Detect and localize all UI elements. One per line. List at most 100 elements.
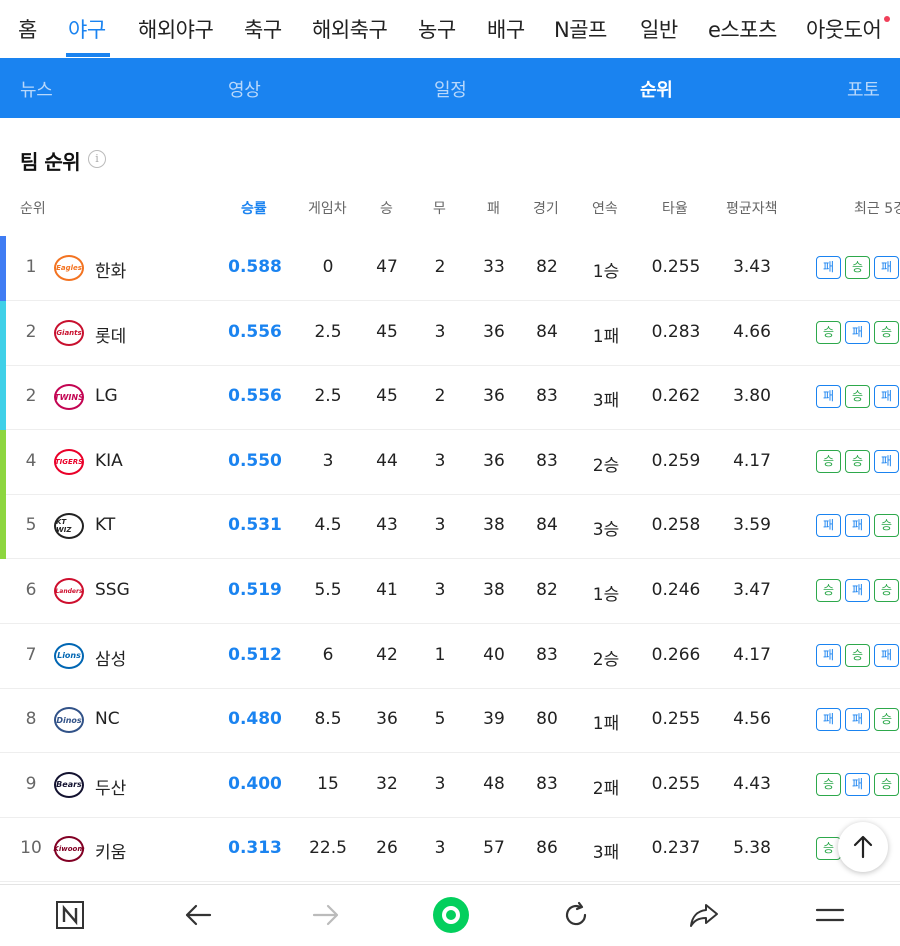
col-win-pct[interactable]: 승률 bbox=[241, 198, 267, 218]
batting-avg-cell: 0.283 bbox=[651, 321, 701, 342]
games-cell: 80 bbox=[536, 709, 558, 730]
nav-item-golf[interactable]: N골프 bbox=[554, 14, 607, 44]
games-behind-cell: 4.5 bbox=[314, 515, 342, 536]
menu-button[interactable] bbox=[814, 899, 846, 931]
draws-cell: 1 bbox=[434, 644, 446, 665]
naver-home-button[interactable] bbox=[54, 899, 86, 931]
table-row[interactable]: 8 Dinos NC 0.480 8.5 36 5 39 80 1패 0.255 4.56 패 패 승 bbox=[0, 688, 900, 754]
era-cell: 3.59 bbox=[733, 515, 771, 536]
nav-item-volleyball[interactable]: 배구 bbox=[487, 14, 525, 44]
streak-cell: 3패 bbox=[592, 391, 620, 412]
recent-result-badge: 패 bbox=[816, 643, 841, 667]
team-logo: TIGERS bbox=[54, 448, 84, 475]
green-dot-icon bbox=[433, 897, 469, 933]
games-behind-cell: 22.5 bbox=[309, 838, 347, 859]
losses-cell: 48 bbox=[483, 773, 505, 794]
col-losses[interactable]: 패 bbox=[487, 198, 500, 218]
team-name[interactable]: LG bbox=[95, 386, 118, 406]
table-row[interactable]: 2 Giants 롯데 0.556 2.5 45 3 36 84 1패 0.283 4.66 승 패 승 bbox=[0, 300, 900, 366]
streak-cell: 1패 bbox=[592, 326, 620, 347]
info-icon[interactable]: i bbox=[88, 150, 106, 168]
team-logo: Bears bbox=[54, 771, 84, 798]
batting-avg-cell: 0.262 bbox=[651, 386, 701, 407]
team-name[interactable]: SSG bbox=[95, 580, 130, 600]
table-row[interactable]: 10Kiwoom키움0.31322.526357863패0.2375.38승패 bbox=[0, 817, 900, 883]
games-cell: 86 bbox=[536, 838, 558, 859]
table-row[interactable]: 6 Landers SSG 0.519 5.5 41 3 38 82 1승 0.246 3.47 승 패 승 bbox=[0, 559, 900, 624]
scroll-top-button[interactable] bbox=[838, 822, 888, 872]
draws-cell: 2 bbox=[434, 257, 446, 277]
subnav-video[interactable]: 영상 bbox=[228, 76, 261, 102]
table-row[interactable]: 5 KT WIZ KT 0.531 4.5 43 3 38 84 3승 0.258 3.59 패 패 승 bbox=[0, 494, 900, 560]
games-cell: 82 bbox=[536, 580, 558, 600]
col-draws[interactable]: 무 bbox=[433, 198, 446, 218]
team-logo: Lions bbox=[54, 642, 84, 669]
col-era[interactable]: 평균자책 bbox=[726, 198, 778, 218]
era-cell: 5.38 bbox=[733, 838, 771, 859]
win-pct-cell: 0.512 bbox=[228, 644, 282, 665]
back-button[interactable] bbox=[182, 899, 214, 931]
nav-item-baseball[interactable]: 야구 bbox=[68, 14, 106, 44]
team-name[interactable]: NC bbox=[95, 709, 120, 729]
games-cell: 84 bbox=[536, 321, 558, 342]
table-row[interactable]: 4 TIGERS KIA 0.550 3 44 3 36 83 2승 0.259 4.17 승 승 패 bbox=[0, 429, 900, 495]
nav-item-soccer[interactable]: 축구 bbox=[244, 14, 282, 44]
games-behind-cell: 3 bbox=[322, 450, 334, 471]
rank-cell: 2 bbox=[25, 386, 37, 407]
team-name[interactable]: 두산 bbox=[95, 774, 126, 799]
subnav-schedule[interactable]: 일정 bbox=[434, 76, 467, 102]
recent-results: 승패승 bbox=[816, 320, 899, 344]
recent-results: 승승패 bbox=[816, 449, 899, 473]
col-wins[interactable]: 승 bbox=[380, 198, 393, 218]
team-name[interactable]: 키움 bbox=[95, 838, 126, 863]
team-name[interactable]: KT bbox=[95, 515, 115, 535]
team-logo: Giants bbox=[54, 319, 84, 346]
table-row[interactable]: 2 TWINS LG 0.556 2.5 45 2 36 83 3패 0.262 3.80 패 승 패 bbox=[0, 365, 900, 431]
nav-item-outdoor[interactable]: 아웃도어 bbox=[806, 14, 882, 44]
col-streak[interactable]: 연속 bbox=[592, 198, 618, 218]
team-name[interactable]: 한화 bbox=[95, 257, 126, 282]
losses-cell: 33 bbox=[483, 257, 505, 277]
team-name[interactable]: 삼성 bbox=[95, 645, 126, 670]
recent-result-badge: 패 bbox=[874, 449, 899, 473]
share-button[interactable] bbox=[688, 899, 720, 931]
active-tab-underline bbox=[66, 53, 110, 57]
refresh-button[interactable] bbox=[560, 899, 592, 931]
era-cell: 3.80 bbox=[733, 386, 771, 407]
losses-cell: 36 bbox=[483, 450, 505, 471]
nav-item-home[interactable]: 홈 bbox=[18, 14, 37, 44]
recent-result-badge: 패 bbox=[845, 708, 870, 732]
team-name[interactable]: 롯데 bbox=[95, 322, 126, 347]
nav-item-esports[interactable]: e스포츠 bbox=[708, 14, 777, 44]
streak-cell: 1승 bbox=[592, 262, 620, 282]
team-logo: Eagles bbox=[54, 255, 84, 281]
subnav-photo[interactable]: 포토 bbox=[847, 76, 880, 102]
subnav-news[interactable]: 뉴스 bbox=[20, 76, 53, 102]
batting-avg-cell: 0.255 bbox=[651, 773, 701, 794]
table-row[interactable]: 9 Bears 두산 0.400 15 32 3 48 83 2패 0.255 4.43 승 패 승 bbox=[0, 753, 900, 818]
table-row[interactable]: 1 Eagles 한화 0.588 0 47 2 33 82 1승 0.255 3.43 패 승 패 bbox=[0, 236, 900, 301]
recent-result-badge: 패 bbox=[816, 514, 841, 538]
win-pct-cell: 0.550 bbox=[228, 450, 282, 471]
nav-item-general[interactable]: 일반 bbox=[640, 14, 678, 44]
col-games[interactable]: 경기 bbox=[533, 198, 559, 218]
nav-item-overseas-baseball[interactable]: 해외야구 bbox=[138, 14, 214, 44]
draws-cell: 5 bbox=[434, 709, 446, 730]
wins-cell: 26 bbox=[376, 838, 398, 859]
losses-cell: 38 bbox=[483, 580, 505, 600]
forward-button[interactable] bbox=[310, 899, 342, 931]
nav-item-overseas-soccer[interactable]: 해외축구 bbox=[312, 14, 388, 44]
team-name[interactable]: KIA bbox=[95, 451, 123, 471]
browser-toolbar bbox=[0, 884, 900, 946]
recent-result-badge: 승 bbox=[816, 320, 841, 344]
win-pct-cell: 0.556 bbox=[228, 321, 282, 342]
nav-item-basketball[interactable]: 농구 bbox=[418, 14, 456, 44]
green-dot-button[interactable] bbox=[432, 896, 470, 934]
col-batting-avg[interactable]: 타율 bbox=[662, 198, 688, 218]
subnav-standings[interactable]: 순위 bbox=[640, 76, 673, 102]
games-cell: 82 bbox=[536, 257, 558, 277]
col-games-behind[interactable]: 게임차 bbox=[308, 198, 347, 218]
recent-result-badge: 승 bbox=[845, 643, 870, 667]
era-cell: 3.47 bbox=[733, 580, 771, 600]
table-row[interactable]: 7 Lions 삼성 0.512 6 42 1 40 83 2승 0.266 4.17 패 승 패 bbox=[0, 624, 900, 689]
